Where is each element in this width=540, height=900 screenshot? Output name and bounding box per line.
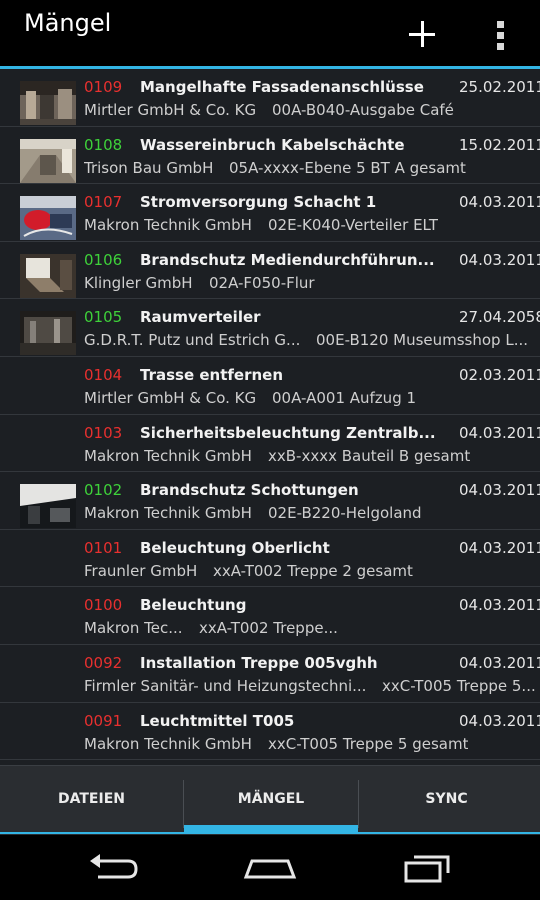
mangel-company: Mirtler GmbH & Co. KG — [84, 388, 257, 407]
list-item[interactable]: 0104 Trasse entfernen 02.03.2011 Mirtler Gm… — [0, 357, 540, 415]
list-item[interactable]: 0100 Beleuchtung 04.03.2011 Makron Tec... xx… — [0, 587, 540, 645]
plus-icon[interactable] — [400, 12, 444, 56]
mangel-company: Makron Technik GmbH — [84, 446, 252, 465]
mangel-title: Leuchtmittel T005 — [140, 711, 295, 730]
mangel-number: 0104 — [84, 365, 123, 384]
mangel-company: Klingler GmbH — [84, 273, 193, 292]
list-item[interactable]: 0106 Brandschutz Mediendurchführun... 04.0… — [0, 242, 540, 300]
mangel-date: 04.03.2011 — [459, 250, 540, 269]
mangel-location: 02E-B220-Helgoland — [268, 504, 422, 523]
list-item[interactable]: 0092 Installation Treppe 005vghh 04.03.201… — [0, 645, 540, 703]
list-item[interactable]: 0102 Brandschutz Schottungen 04.03.2011 Mak… — [0, 472, 540, 530]
overflow-menu-icon[interactable] — [486, 14, 516, 54]
mangel-title: Trasse entfernen — [140, 365, 284, 384]
mangel-location: 02A-F050-Flur — [209, 273, 315, 292]
mangel-date: 04.03.2011 — [459, 596, 540, 615]
tab-label: DATEIEN — [58, 791, 125, 807]
mangel-location: xxA-T002 Treppe 2 gesamt — [213, 561, 413, 580]
mangel-company: Makron Technik GmbH — [84, 734, 252, 753]
mangel-company: Fraunler GmbH — [84, 561, 198, 580]
tab-sync[interactable]: SYNC — [359, 766, 534, 832]
list-item[interactable]: 0108 Wassereinbruch Kabelschächte 15.02.20… — [0, 127, 540, 185]
mangel-date: 27.04.2058 — [459, 308, 540, 327]
list-item[interactable]: 0091 Leuchtmittel T005 04.03.2011 Makron Te… — [0, 703, 540, 761]
thumbnail-image — [20, 196, 76, 241]
home-icon[interactable] — [240, 845, 300, 889]
tab-bar-baseline — [0, 832, 540, 834]
mangel-company: Mirtler GmbH & Co. KG — [84, 101, 257, 119]
list-item[interactable]: 0109 Mangelhafte Fassadenanschlüsse 25.02.… — [0, 69, 540, 127]
tab-dateien[interactable]: DATEIEN — [0, 766, 183, 832]
action-bar: Mängel — [0, 0, 540, 66]
mangel-location: 05A-xxxx-Ebene 5 BT A gesamt — [229, 158, 466, 177]
thumbnail-image — [20, 253, 76, 298]
back-icon[interactable] — [82, 845, 142, 889]
selected-tab-indicator — [184, 825, 358, 832]
mangel-number: 0091 — [84, 711, 123, 730]
mangel-company: Firmler Sanitär- und Heizungstechni... — [84, 676, 367, 695]
maengel-list[interactable]: 0109 Mangelhafte Fassadenanschlüsse 25.02.… — [0, 69, 540, 765]
recent-apps-icon[interactable] — [398, 845, 458, 889]
list-item[interactable]: 0103 Sicherheitsbeleuchtung Zentralb... 04… — [0, 415, 540, 473]
thumbnail-image — [20, 484, 76, 529]
mangel-company: Makron Technik GmbH — [84, 504, 252, 523]
mangel-location: 02E-K040-Verteiler ELT — [268, 216, 439, 235]
mangel-company: G.D.R.T. Putz und Estrich G... — [84, 331, 301, 350]
mangel-location: xxA-T002 Treppe... — [199, 619, 338, 638]
mangel-number: 0106 — [84, 250, 123, 269]
mangel-date: 04.03.2011 — [459, 538, 540, 557]
mangel-title: Brandschutz Schottungen — [140, 481, 359, 500]
list-item[interactable]: 0101 Beleuchtung Oberlicht 04.03.2011 Fraun… — [0, 530, 540, 588]
mangel-title: Installation Treppe 005vghh — [140, 653, 378, 672]
mangel-number: 0105 — [84, 308, 123, 327]
mangel-date: 04.03.2011 — [459, 653, 540, 672]
mangel-date: 25.02.2011 — [459, 78, 540, 96]
mangel-number: 0101 — [84, 538, 123, 557]
mangel-number: 0092 — [84, 653, 123, 672]
list-item[interactable]: 0105 Raumverteiler 27.04.2058 G.D.R.T. Putz… — [0, 299, 540, 357]
mangel-number: 0100 — [84, 596, 123, 615]
mangel-location: xxC-T005 Treppe 5 gesamt — [268, 734, 469, 753]
list-item[interactable]: 0107 Stromversorgung Schacht 1 04.03.2011 M… — [0, 184, 540, 242]
app-title: Mängel — [24, 9, 112, 37]
mangel-title: Wassereinbruch Kabelschächte — [140, 135, 405, 154]
mangel-number: 0107 — [84, 193, 123, 212]
mangel-date: 04.03.2011 — [459, 711, 540, 730]
mangel-title: Brandschutz Mediendurchführun... — [140, 250, 435, 269]
mangel-date: 04.03.2011 — [459, 193, 540, 212]
mangel-location: 00A-A001 Aufzug 1 — [272, 388, 417, 407]
mangel-date: 02.03.2011 — [459, 365, 540, 384]
navigation-bar — [0, 835, 540, 900]
mangel-company: Trison Bau GmbH — [84, 158, 214, 177]
thumbnail-image — [20, 81, 76, 125]
mangel-company: Makron Technik GmbH — [84, 216, 252, 235]
mangel-date: 04.03.2011 — [459, 423, 540, 442]
mangel-date: 04.03.2011 — [459, 481, 540, 500]
tab-maengel[interactable]: MÄNGEL — [184, 766, 358, 832]
mangel-title: Raumverteiler — [140, 308, 261, 327]
mangel-title: Stromversorgung Schacht 1 — [140, 193, 377, 212]
mangel-number: 0103 — [84, 423, 123, 442]
mangel-location: xxB-xxxx Bauteil B gesamt — [268, 446, 471, 465]
mangel-title: Sicherheitsbeleuchtung Zentralb... — [140, 423, 436, 442]
mangel-date: 15.02.2011 — [459, 135, 540, 154]
mangel-number: 0108 — [84, 135, 123, 154]
mangel-title: Mangelhafte Fassadenanschlüsse — [140, 78, 424, 96]
tab-bar: DATEIEN MÄNGEL SYNC — [0, 765, 540, 835]
mangel-location: 00E-B120 Museumsshop L... — [316, 331, 529, 350]
thumbnail-image — [20, 138, 76, 183]
thumbnail-image — [20, 311, 76, 356]
mangel-title: Beleuchtung Oberlicht — [140, 538, 330, 557]
mangel-location: 00A-B040-Ausgabe Café — [272, 101, 454, 119]
mangel-location: xxC-T005 Treppe 5... — [382, 676, 536, 695]
tab-label: MÄNGEL — [237, 791, 305, 807]
mangel-title: Beleuchtung — [140, 596, 247, 615]
tab-label: SYNC — [425, 791, 468, 807]
mangel-company: Makron Tec... — [84, 619, 183, 638]
mangel-number: 0102 — [84, 481, 123, 500]
mangel-number: 0109 — [84, 78, 123, 96]
